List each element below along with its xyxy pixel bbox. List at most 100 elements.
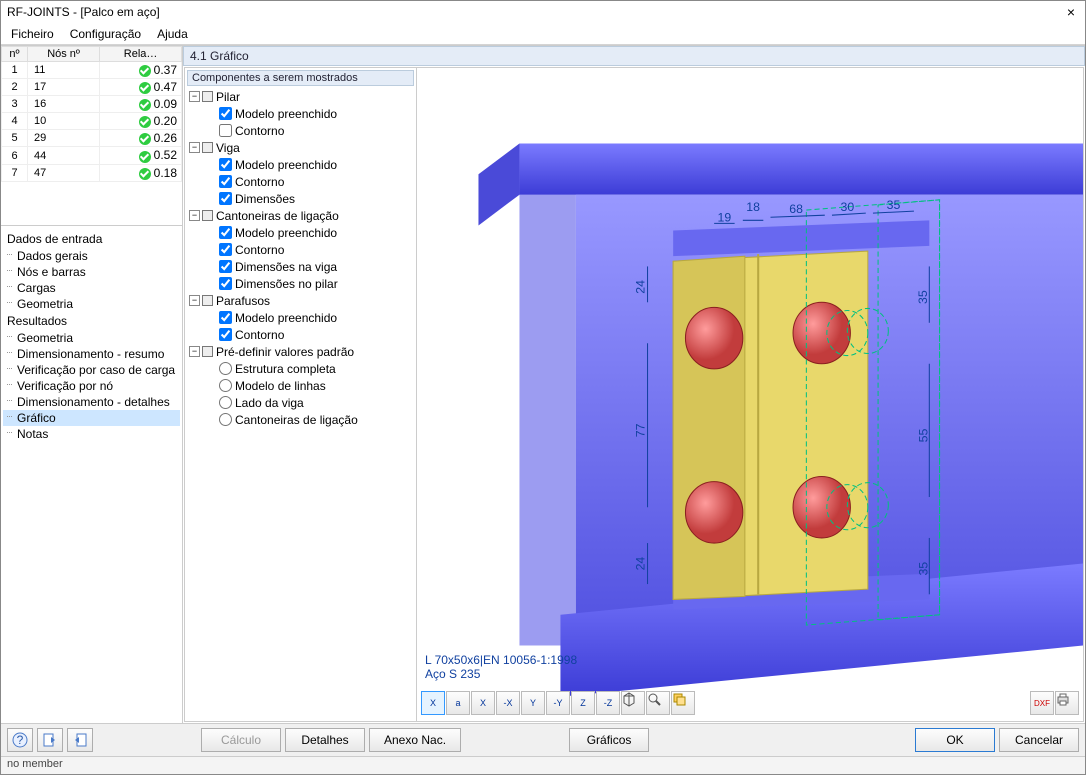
nav-item[interactable]: Geometria <box>3 296 180 312</box>
nav-item-grafico[interactable]: Gráfico <box>3 410 180 426</box>
cancel-button[interactable]: Cancelar <box>999 728 1079 752</box>
group-icon <box>202 346 213 357</box>
nav-item[interactable]: Dimensionamento - detalhes <box>3 394 180 410</box>
national-annex-button[interactable]: Anexo Nac. <box>369 728 461 752</box>
svg-text:68: 68 <box>789 202 803 216</box>
help-icon: ? <box>12 732 28 748</box>
th-nodes[interactable]: Nós nº <box>28 47 100 62</box>
export-dxf-button[interactable]: DXF <box>1030 691 1054 715</box>
checkbox[interactable] <box>219 158 232 171</box>
ok-button[interactable]: OK <box>915 728 995 752</box>
checkbox[interactable] <box>219 124 232 137</box>
tree-node-parafusos[interactable]: −Parafusos <box>185 292 416 309</box>
view-pos-y-button[interactable]: Y <box>521 691 545 715</box>
main-area: nº Nós nº Rela… 1110.37 2170.47 3160.09 … <box>1 45 1085 723</box>
nav-item[interactable]: Cargas <box>3 280 180 296</box>
radio[interactable] <box>219 362 232 375</box>
tree-node[interactable]: Modelo de linhas <box>185 377 416 394</box>
tree-node[interactable]: Lado da viga <box>185 394 416 411</box>
svg-text:55: 55 <box>916 428 930 442</box>
table-row[interactable]: 1110.37 <box>2 62 182 79</box>
svg-text:35: 35 <box>916 562 930 576</box>
nav-item[interactable]: Notas <box>3 426 180 442</box>
view-iso-button[interactable] <box>621 691 645 715</box>
tree-node[interactable]: Modelo preenchido <box>185 105 416 122</box>
print-button[interactable] <box>1055 691 1079 715</box>
zoom-button[interactable] <box>646 691 670 715</box>
view-pos-x-button[interactable]: X <box>471 691 495 715</box>
table-row[interactable]: 5290.26 <box>2 130 182 147</box>
table-row[interactable]: 3160.09 <box>2 96 182 113</box>
nav-item[interactable]: Nós e barras <box>3 264 180 280</box>
collapse-icon[interactable]: − <box>189 91 200 102</box>
th-ratio[interactable]: Rela… <box>100 47 182 62</box>
collapse-icon[interactable]: − <box>189 142 200 153</box>
radio[interactable] <box>219 379 232 392</box>
tree-node[interactable]: Cantoneiras de ligação <box>185 411 416 428</box>
tree-node[interactable]: Dimensões <box>185 190 416 207</box>
prev-page-button[interactable] <box>37 728 63 752</box>
checkbox[interactable] <box>219 260 232 273</box>
close-icon[interactable]: × <box>1063 4 1079 20</box>
checkbox[interactable] <box>219 226 232 239</box>
nav-group-results[interactable]: Resultados <box>3 312 180 330</box>
view-pos-z-button[interactable]: Z <box>571 691 595 715</box>
radio[interactable] <box>219 396 232 409</box>
tree-node-cantoneiras[interactable]: −Cantoneiras de ligação <box>185 207 416 224</box>
checkbox[interactable] <box>219 311 232 324</box>
menu-file[interactable]: Ficheiro <box>3 25 62 43</box>
tree-node-viga[interactable]: −Viga <box>185 139 416 156</box>
collapse-icon[interactable]: − <box>189 295 200 306</box>
help-button[interactable]: ? <box>7 728 33 752</box>
nav-group-input[interactable]: Dados de entrada <box>3 230 180 248</box>
tree-node[interactable]: Modelo preenchido <box>185 224 416 241</box>
graphics-button[interactable]: Gráficos <box>569 728 649 752</box>
view-x-button[interactable]: X <box>421 691 445 715</box>
table-row[interactable]: 6440.52 <box>2 147 182 164</box>
copy-button[interactable] <box>671 691 695 715</box>
group-icon <box>202 295 213 306</box>
tree-node[interactable]: Contorno <box>185 122 416 139</box>
nav-item[interactable]: Verificação por nó <box>3 378 180 394</box>
tree-node-pilar[interactable]: −Pilar <box>185 88 416 105</box>
checkbox[interactable] <box>219 277 232 290</box>
calculate-button[interactable]: Cálculo <box>201 728 281 752</box>
view-neg-y-button[interactable]: -Y <box>546 691 570 715</box>
view-neg-z-button[interactable]: -Z <box>596 691 620 715</box>
checkbox[interactable] <box>219 243 232 256</box>
menu-config[interactable]: Configuração <box>62 25 149 43</box>
tree-node[interactable]: Estrutura completa <box>185 360 416 377</box>
menu-help[interactable]: Ajuda <box>149 25 196 43</box>
table-row[interactable]: 4100.20 <box>2 113 182 130</box>
tree-node[interactable]: Modelo preenchido <box>185 156 416 173</box>
table-row[interactable]: 7470.18 <box>2 164 182 181</box>
viewer-3d[interactable]: 19 18 68 30 35 24 77 24 35 55 35 L 70x50 <box>417 68 1083 721</box>
nav-item[interactable]: Dados gerais <box>3 248 180 264</box>
nav-item[interactable]: Geometria <box>3 330 180 346</box>
view-neg-x-button[interactable]: -X <box>496 691 520 715</box>
nav-item[interactable]: Dimensionamento - resumo <box>3 346 180 362</box>
view-a-button[interactable]: a <box>446 691 470 715</box>
svg-text:35: 35 <box>887 198 901 212</box>
checkbox[interactable] <box>219 107 232 120</box>
checkbox[interactable] <box>219 175 232 188</box>
collapse-icon[interactable]: − <box>189 210 200 221</box>
check-icon <box>139 65 151 77</box>
th-no[interactable]: nº <box>2 47 28 62</box>
tree-node[interactable]: Dimensões no pilar <box>185 275 416 292</box>
tree-node[interactable]: Contorno <box>185 241 416 258</box>
checkbox[interactable] <box>219 328 232 341</box>
collapse-icon[interactable]: − <box>189 346 200 357</box>
checkbox[interactable] <box>219 192 232 205</box>
tree-node[interactable]: Modelo preenchido <box>185 309 416 326</box>
next-page-button[interactable] <box>67 728 93 752</box>
nav-item[interactable]: Verificação por caso de carga <box>3 362 180 378</box>
details-button[interactable]: Detalhes <box>285 728 365 752</box>
tree-node[interactable]: Dimensões na viga <box>185 258 416 275</box>
tree-node-predefine[interactable]: −Pré-definir valores padrão <box>185 343 416 360</box>
table-row[interactable]: 2170.47 <box>2 79 182 96</box>
tree-node[interactable]: Contorno <box>185 173 416 190</box>
radio[interactable] <box>219 413 232 426</box>
svg-text:?: ? <box>17 733 24 747</box>
tree-node[interactable]: Contorno <box>185 326 416 343</box>
